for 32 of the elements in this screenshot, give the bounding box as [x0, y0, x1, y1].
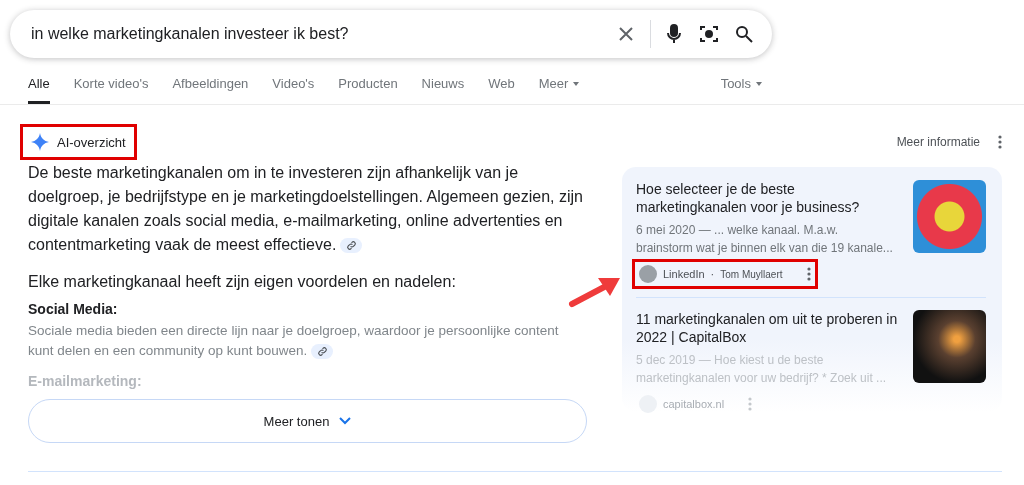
show-more-button[interactable]: Meer tonen [28, 399, 587, 443]
tab[interactable]: Korte video's [73, 76, 149, 104]
avatar-icon [639, 265, 657, 283]
ai-overview-title: AI-overzicht [57, 134, 126, 150]
chevron-down-icon [339, 417, 352, 425]
source-title[interactable]: 11 marketingkanalen om uit te proberen in 2022 | CapitalBox [636, 310, 901, 346]
tab[interactable]: Afbeeldingen [172, 76, 249, 104]
overview-subtitle: Elke marketingkanaal heeft zijn eigen voordelen en nadelen: [28, 273, 457, 291]
search-field[interactable]: in welke marketingkanalen investeer ik best? [29, 24, 603, 44]
separator-dot: · [710, 268, 715, 280]
tab[interactable]: Meer [538, 76, 580, 104]
section-text: Sociale media bieden een directe lijn naar je doelgroep, waardoor je persoonlijke content kunt delen en een community op kunt bouwen. [28, 322, 560, 361]
section-heading: Social Media: [28, 301, 119, 317]
source-author: Tom Muyllaert [720, 268, 783, 280]
tab[interactable]: Producten [338, 76, 398, 104]
overview-paragraph: De beste marketingkanalen om in te investeren zijn afhankelijk van je doelgroep, je bedrijfstype en je marketingdoelstellingen. Algemeen gezien, zijn digitale kanalen zoals social media, e-mailmarketing, online advertenties en contentmarketing vaak de meest effectieve. [28, 163, 584, 256]
source-site: capitalbox.nl [663, 398, 725, 410]
source-site: LinkedIn [663, 268, 705, 280]
tools-menu[interactable]: Tools [720, 76, 762, 104]
section-heading: E-mailmarketing: [28, 373, 143, 389]
sparkle-icon [31, 133, 49, 151]
more-options-icon[interactable] [998, 135, 1002, 149]
link-icon[interactable] [311, 343, 334, 359]
more-info-link[interactable]: Meer informatie [896, 135, 980, 149]
source-title[interactable]: Hoe selecteer je de beste marketingkanalen voor je business? [636, 180, 901, 216]
tab[interactable]: Web [488, 76, 515, 104]
annotation-arrow [568, 276, 622, 308]
more-options-icon[interactable] [806, 267, 811, 281]
source-snippet: 6 mei 2020 — ... welke kanaal. M.a.w. brainstorm wat je binnen elk van die 19 kanale... [636, 222, 893, 257]
link-icon[interactable] [340, 238, 363, 254]
tab[interactable]: Video's [272, 76, 315, 104]
tab[interactable]: Nieuws [421, 76, 465, 104]
